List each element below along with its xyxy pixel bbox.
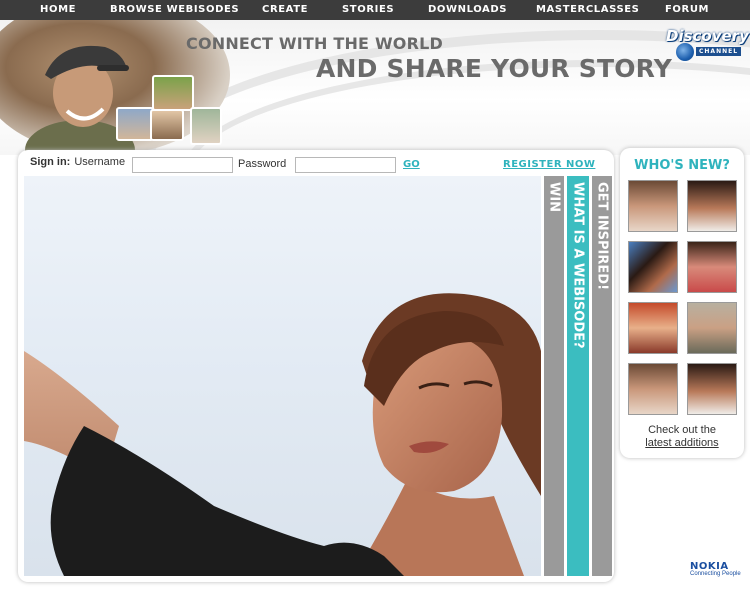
member-thumbnail[interactable] — [687, 363, 737, 415]
latest-additions-note: Check out the latest additions — [620, 424, 744, 450]
nav-forum[interactable]: FORUM — [665, 4, 709, 15]
member-thumbnail[interactable] — [628, 363, 678, 415]
tab-win-label: WIN — [546, 182, 562, 213]
nav-home[interactable]: HOME — [40, 4, 76, 15]
hero-photo — [24, 176, 541, 576]
nav-create[interactable]: CREATE — [262, 4, 308, 15]
tab-inspired-label: GET INSPIRED! — [594, 182, 610, 290]
collage-thumb — [152, 75, 194, 111]
nav-downloads[interactable]: DOWNLOADS — [428, 4, 507, 15]
whos-new-title: WHO'S NEW? — [634, 158, 730, 173]
collage-thumb — [150, 109, 184, 141]
signin-label: Sign in: — [30, 156, 71, 168]
hero-woman-image — [24, 293, 541, 576]
member-thumbnail[interactable] — [628, 302, 678, 354]
collage-thumb — [190, 107, 222, 145]
tab-webisode-label: WHAT IS A WEBISODE? — [570, 182, 586, 349]
tagline-connect: CONNECT WITH THE WORLD — [186, 34, 444, 53]
main-panel: Sign in: Username Password GO REGISTER N… — [18, 150, 614, 582]
password-input[interactable] — [295, 157, 396, 173]
discovery-logo[interactable]: Discovery CHANNEL — [666, 27, 749, 61]
nokia-slogan: Connecting People — [690, 571, 741, 577]
member-thumbnail[interactable] — [687, 180, 737, 232]
tab-get-inspired[interactable]: GET INSPIRED! — [592, 176, 612, 576]
discovery-logo-sub: CHANNEL — [696, 47, 742, 56]
member-thumbnail[interactable] — [687, 241, 737, 293]
nokia-logo[interactable]: NOKIA Connecting People — [690, 561, 741, 577]
register-now-link[interactable]: REGISTER NOW — [503, 159, 595, 170]
username-input[interactable] — [132, 157, 233, 173]
nav-stories[interactable]: STORIES — [342, 4, 394, 15]
username-label: Username — [74, 156, 126, 168]
member-thumbnail[interactable] — [628, 180, 678, 232]
check-out-text: Check out the — [648, 424, 716, 436]
member-thumbnail[interactable] — [687, 302, 737, 354]
collage-thumb — [116, 107, 154, 141]
tab-what-is-a-webisode[interactable]: WHAT IS A WEBISODE? — [567, 176, 589, 576]
nav-masterclasses[interactable]: MASTERCLASSES — [536, 4, 639, 15]
discovery-logo-text: Discovery — [666, 27, 749, 45]
signin-bar: Sign in: Username — [30, 156, 125, 168]
header-banner: CONNECT WITH THE WORLD AND SHARE YOUR ST… — [0, 20, 750, 155]
go-button[interactable]: GO — [403, 159, 420, 170]
password-label: Password — [238, 158, 287, 170]
tab-win[interactable]: WIN — [544, 176, 564, 576]
whos-new-panel: WHO'S NEW? Check out the latest addition… — [620, 148, 744, 458]
tagline-share: AND SHARE YOUR STORY — [316, 54, 673, 83]
globe-icon — [676, 43, 694, 61]
top-nav: HOME BROWSE WEBISODES CREATE STORIES DOW… — [0, 0, 750, 20]
member-thumbnail[interactable] — [628, 241, 678, 293]
nav-browse-webisodes[interactable]: BROWSE WEBISODES — [110, 4, 239, 15]
latest-additions-link[interactable]: latest additions — [620, 437, 744, 450]
